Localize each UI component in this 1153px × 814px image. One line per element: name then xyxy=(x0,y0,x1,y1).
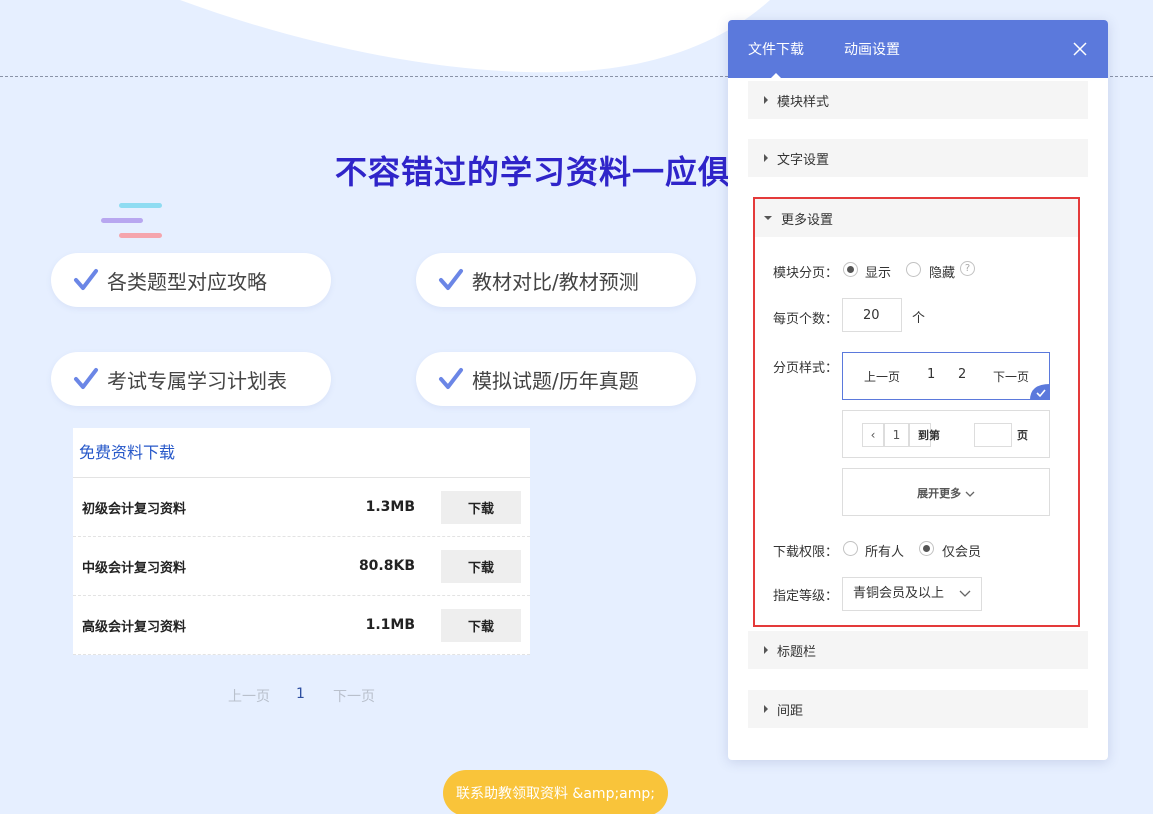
selected-check-icon xyxy=(1030,384,1050,400)
page-style-label: 分页样式： xyxy=(773,361,839,376)
file-size: 1.3MB xyxy=(365,499,415,515)
tab-animation-settings[interactable]: 动画设置 xyxy=(844,20,900,78)
settings-panel: 文件下载 动画设置 模块样式 文字设置 更多设置 模块分页： 显示 隐藏 ? 每… xyxy=(728,20,1108,760)
decor-bar-cyan xyxy=(119,203,162,208)
section-module-style[interactable]: 模块样式 xyxy=(748,81,1088,119)
section-label: 文字设置 xyxy=(777,152,830,168)
check-icon xyxy=(439,269,463,290)
decor-bar-purple xyxy=(101,218,143,223)
per-page-unit: 个 xyxy=(912,311,926,326)
download-list: 免费资料下载 初级会计复习资料 1.3MB 下载 中级会计复习资料 80.8KB… xyxy=(73,428,530,655)
section-label: 更多设置 xyxy=(781,212,834,228)
caret-right-icon xyxy=(764,154,768,162)
caret-right-icon xyxy=(764,96,768,104)
feature-pill: 教材对比/教材预测 xyxy=(416,253,696,307)
check-icon xyxy=(74,368,98,389)
expand-more-text: 展开更多 xyxy=(843,485,1049,501)
radio-show[interactable] xyxy=(843,262,858,277)
goto-label: 到第 xyxy=(918,429,940,442)
download-button[interactable]: 下载 xyxy=(441,490,521,524)
feature-text: 模拟试题/历年真题 xyxy=(472,368,639,393)
section-label: 标题栏 xyxy=(777,644,817,660)
style-page-2: 2 xyxy=(958,367,967,382)
page-style-option-simple[interactable]: 上一页 1 2 下一页 xyxy=(842,352,1050,400)
tab-file-download[interactable]: 文件下载 xyxy=(748,20,804,78)
close-icon[interactable] xyxy=(1072,41,1088,57)
caret-right-icon xyxy=(764,705,768,713)
section-text-settings[interactable]: 文字设置 xyxy=(748,139,1088,177)
caret-right-icon xyxy=(764,646,768,654)
level-select-value: 青铜会员及以上 xyxy=(853,586,945,601)
goto-page-input xyxy=(974,423,1012,447)
section-spacing[interactable]: 间距 xyxy=(748,690,1088,728)
check-icon xyxy=(74,269,98,290)
radio-members-only[interactable] xyxy=(919,541,934,556)
feature-text: 考试专属学习计划表 xyxy=(107,368,287,393)
pager-current-page[interactable]: 1 xyxy=(296,686,305,702)
feature-pill: 模拟试题/历年真题 xyxy=(416,352,696,406)
page-title: 不容错过的学习资料一应俱 xyxy=(335,153,732,191)
section-label: 模块样式 xyxy=(777,94,830,110)
style-next-text: 下一页 xyxy=(993,370,1030,384)
table-row: 高级会计复习资料 1.1MB 下载 xyxy=(73,596,530,655)
per-page-input[interactable] xyxy=(842,298,902,332)
page-style-option-jump[interactable]: ‹ 1 › 到第 页 xyxy=(842,410,1050,458)
radio-members-only-label[interactable]: 仅会员 xyxy=(942,541,981,560)
more-settings-header[interactable]: 更多设置 xyxy=(755,199,1078,237)
radio-hide-label[interactable]: 隐藏 xyxy=(929,262,955,281)
style-prev-text: 上一页 xyxy=(864,370,901,384)
radio-hide[interactable] xyxy=(906,262,921,277)
feature-text: 各类题型对应攻略 xyxy=(107,269,267,294)
download-list-title: 免费资料下载 xyxy=(73,428,530,478)
chevron-down-icon xyxy=(965,491,975,497)
feature-pill: 考试专属学习计划表 xyxy=(51,352,331,406)
download-button[interactable]: 下载 xyxy=(441,549,521,583)
radio-everyone[interactable] xyxy=(843,541,858,556)
pagination-label: 模块分页： xyxy=(773,266,839,281)
radio-everyone-label[interactable]: 所有人 xyxy=(865,541,904,560)
contact-tutor-button[interactable]: 联系助教领取资料 &amp;amp; xyxy=(443,770,668,814)
pager-prev-link[interactable]: 上一页 xyxy=(228,686,270,706)
level-label: 指定等级： xyxy=(773,589,839,604)
permission-label: 下载权限： xyxy=(773,545,839,560)
section-title-bar[interactable]: 标题栏 xyxy=(748,631,1088,669)
table-row: 中级会计复习资料 80.8KB 下载 xyxy=(73,537,530,596)
download-button[interactable]: 下载 xyxy=(441,608,521,642)
expand-more-button[interactable]: 展开更多 xyxy=(842,468,1050,516)
style-page-1: 1 xyxy=(927,367,936,382)
caret-down-icon xyxy=(764,216,772,220)
pager-next-link[interactable]: 下一页 xyxy=(333,686,375,706)
file-name: 初级会计复习资料 xyxy=(82,501,187,517)
file-name: 中级会计复习资料 xyxy=(82,560,187,576)
level-select[interactable]: 青铜会员及以上 xyxy=(842,577,982,611)
section-more-settings: 更多设置 模块分页： 显示 隐藏 ? 每页个数： 个 分页样式： 上一页 1 2… xyxy=(753,197,1080,627)
section-label: 间距 xyxy=(777,703,804,719)
chevron-down-icon xyxy=(959,590,971,597)
page-unit-label: 页 xyxy=(1017,429,1028,442)
table-row: 初级会计复习资料 1.3MB 下载 xyxy=(73,478,530,537)
radio-show-label[interactable]: 显示 xyxy=(865,262,891,281)
chevron-left-icon: ‹ xyxy=(862,423,884,447)
per-page-label: 每页个数： xyxy=(773,312,839,327)
help-icon[interactable]: ? xyxy=(960,261,975,276)
panel-header: 文件下载 动画设置 xyxy=(728,20,1108,78)
file-size: 1.1MB xyxy=(365,617,415,633)
feature-pill: 各类题型对应攻略 xyxy=(51,253,331,307)
style-page-box: 1 xyxy=(884,423,909,447)
feature-text: 教材对比/教材预测 xyxy=(472,269,639,294)
file-size: 80.8KB xyxy=(358,558,415,574)
file-name: 高级会计复习资料 xyxy=(82,619,187,635)
check-icon xyxy=(439,368,463,389)
decor-bar-pink xyxy=(119,233,162,238)
